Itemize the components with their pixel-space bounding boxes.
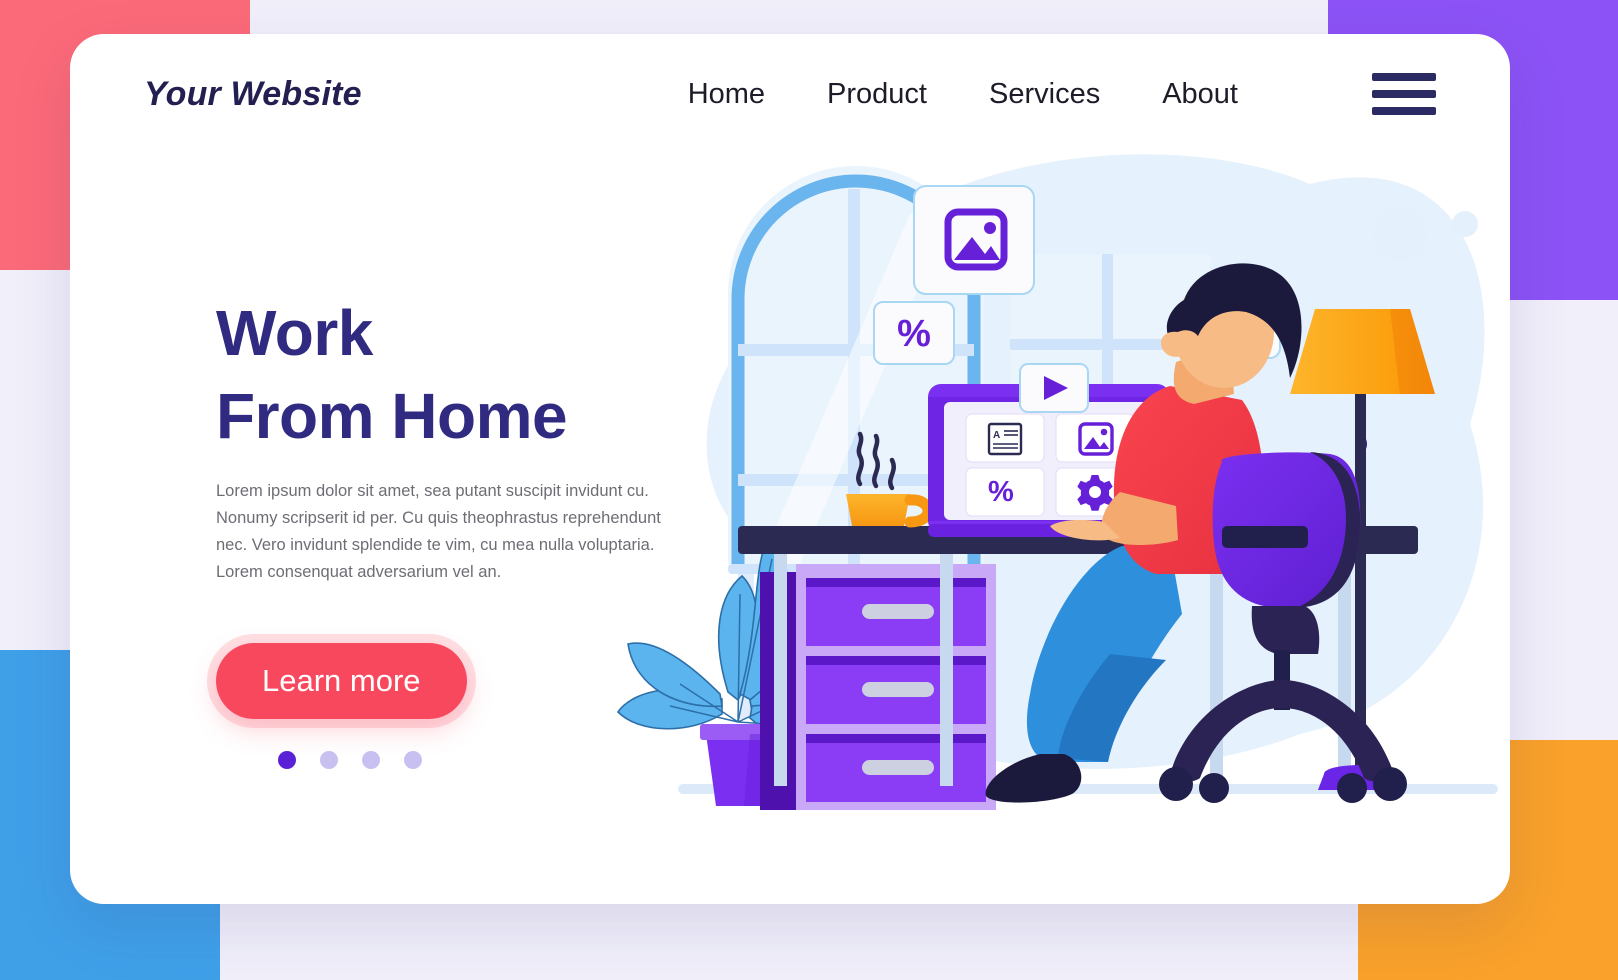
nav-item-product[interactable]: Product bbox=[827, 78, 927, 111]
carousel-dot-2[interactable] bbox=[320, 751, 338, 770]
chair-armrest bbox=[1222, 526, 1308, 548]
drawer-handle bbox=[862, 760, 934, 775]
carousel-dot-4[interactable] bbox=[404, 751, 422, 770]
site-header: Your Website Home Product Services About bbox=[70, 34, 1510, 154]
site-logo[interactable]: Your Website bbox=[144, 75, 362, 114]
percent-icon: % bbox=[988, 476, 1014, 508]
floating-card-play[interactable] bbox=[1019, 363, 1089, 413]
drawer-handle bbox=[862, 682, 934, 697]
floating-card-image[interactable] bbox=[913, 185, 1035, 295]
drawer-handle bbox=[862, 604, 934, 619]
carousel-dot-3[interactable] bbox=[362, 751, 380, 770]
hero-section: Work From Home Lorem ipsum dolor sit ame… bbox=[216, 292, 776, 770]
carousel-dots bbox=[278, 751, 776, 770]
page-title-line-1: Work bbox=[216, 297, 373, 369]
drawer-cabinet bbox=[760, 564, 996, 810]
nav-item-services[interactable]: Services bbox=[989, 78, 1100, 111]
percent-icon: % bbox=[897, 313, 931, 355]
learn-more-button[interactable]: Learn more bbox=[216, 643, 467, 720]
page-title: Work From Home bbox=[216, 292, 776, 458]
hero-paragraph: Lorem ipsum dolor sit amet, sea putant s… bbox=[216, 482, 661, 581]
document-icon: A bbox=[987, 422, 1023, 456]
nav-item-about[interactable]: About bbox=[1162, 78, 1238, 111]
nav-item-home[interactable]: Home bbox=[688, 78, 765, 111]
svg-text:A: A bbox=[993, 430, 1000, 441]
floating-card-percent[interactable]: % bbox=[873, 301, 955, 365]
page-title-line-2: From Home bbox=[216, 380, 568, 453]
landing-page-card: Your Website Home Product Services About… bbox=[70, 34, 1510, 904]
carousel-dot-1[interactable] bbox=[278, 751, 296, 770]
hamburger-menu-icon[interactable] bbox=[1372, 73, 1436, 115]
main-navigation: Home Product Services About bbox=[688, 73, 1436, 115]
